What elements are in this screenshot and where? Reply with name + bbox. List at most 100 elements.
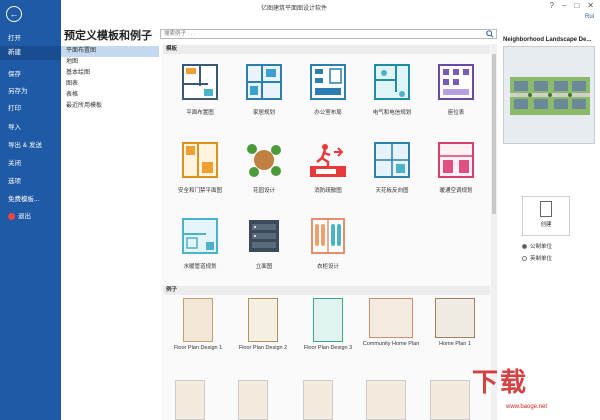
example-thumbnail xyxy=(183,298,213,342)
example-label: Community Home Plan xyxy=(362,341,420,347)
template-label: 座位表 xyxy=(447,110,465,116)
menu-options[interactable]: 选项 xyxy=(8,175,21,185)
example-label: Floor Plan Design 2 xyxy=(238,345,288,351)
plumbing-plan-icon xyxy=(182,218,218,254)
example-thumbnail[interactable] xyxy=(366,380,406,420)
unit-imperial-radio[interactable]: 英制单位 xyxy=(522,254,552,262)
help-icon[interactable]: ? xyxy=(550,1,554,10)
template-label: 衣柜设计 xyxy=(316,264,339,270)
template-wardrobe[interactable]: 衣柜设计 xyxy=(296,216,360,280)
category-table[interactable]: 表格 xyxy=(61,90,159,101)
template-hvac[interactable]: 暖通空调规划 xyxy=(424,140,488,204)
category-chart[interactable]: 图表 xyxy=(61,79,159,90)
template-label: 立面图 xyxy=(255,264,273,270)
category-map[interactable]: 地图 xyxy=(61,57,159,68)
menu-open[interactable]: 打开 xyxy=(8,32,21,42)
unit-imperial-label: 英制单位 xyxy=(530,256,553,262)
seating-chart-icon xyxy=(438,64,474,100)
template-label: 水暖管道规划 xyxy=(183,264,217,270)
menu-import[interactable]: 导入 xyxy=(8,121,21,131)
template-label: 办公室布局 xyxy=(314,110,342,116)
examples-section-header: 例子 xyxy=(163,286,490,295)
search-icon[interactable] xyxy=(486,30,494,38)
example-floor-plan-2[interactable]: Floor Plan Design 2 xyxy=(230,298,296,358)
unit-metric-radio[interactable]: 公制单位 xyxy=(522,242,552,250)
user-account[interactable]: Rui xyxy=(585,14,594,20)
template-label: 家居规划 xyxy=(252,110,275,116)
menu-save-as[interactable]: 另存为 xyxy=(8,85,28,95)
category-basic-drawing[interactable]: 基本绘图 xyxy=(61,68,159,79)
category-recent[interactable]: 最近所用模板 xyxy=(61,101,159,112)
example-home-plan-1[interactable]: Home Plan 1 xyxy=(422,298,488,358)
template-garden[interactable]: 花园设计 xyxy=(232,140,296,204)
template-electrical[interactable]: 电气和电信规划 xyxy=(360,62,424,126)
menu-exit[interactable]: 退出 xyxy=(8,210,31,220)
watermark-text: 下载 xyxy=(472,367,529,397)
example-thumbnail xyxy=(369,298,413,338)
category-list: 平面布置图 地图 基本绘图 图表 表格 最近所用模板 xyxy=(61,46,159,112)
example-thumbnail[interactable] xyxy=(303,380,333,420)
template-ceiling[interactable]: 天花板反向图 xyxy=(360,140,424,204)
back-arrow-icon[interactable]: ← xyxy=(6,6,22,22)
garden-design-icon xyxy=(247,144,281,177)
floor-plan-icon xyxy=(182,64,218,100)
electrical-plan-icon xyxy=(374,64,410,100)
template-office-layout[interactable]: 办公室布局 xyxy=(296,62,360,126)
template-security[interactable]: 安全和门禁平面图 xyxy=(168,140,232,204)
example-thumbnail xyxy=(313,298,343,342)
office-layout-icon xyxy=(310,64,346,100)
example-thumbnail[interactable] xyxy=(238,380,268,420)
template-label: 花园设计 xyxy=(252,188,275,194)
category-floor-plan[interactable]: 平面布置图 xyxy=(61,46,159,57)
hvac-plan-icon xyxy=(438,142,474,178)
example-floor-plan-3[interactable]: Floor Plan Design 3 xyxy=(295,298,361,358)
example-thumbnail[interactable] xyxy=(175,380,205,420)
file-menu-sidebar: ← 打开 新建 保存 另存为 打印 导入 导出 & 发送 关闭 选项 免费模板.… xyxy=(0,0,61,420)
menu-save[interactable]: 保存 xyxy=(8,68,21,78)
example-community-home[interactable]: Community Home Plan xyxy=(358,298,424,358)
template-label: 暖通空调规划 xyxy=(439,188,473,194)
menu-print[interactable]: 打印 xyxy=(8,102,21,112)
elevation-icon xyxy=(249,220,279,252)
template-evacuation[interactable]: 消防疏散图 xyxy=(296,140,360,204)
preview-image xyxy=(503,46,595,144)
scrollbar-thumb[interactable] xyxy=(492,54,496,214)
template-floor-plan[interactable]: 平面布置图 xyxy=(168,62,232,126)
wardrobe-icon xyxy=(311,218,345,254)
example-thumbnail[interactable] xyxy=(430,380,470,420)
create-button[interactable]: 创建 xyxy=(522,196,570,236)
menu-exit-label: 退出 xyxy=(18,213,31,220)
home-plan-icon xyxy=(246,64,282,100)
template-label: 电气和电信规划 xyxy=(372,110,412,116)
search-input[interactable] xyxy=(161,30,481,38)
example-label: Floor Plan Design 3 xyxy=(303,345,353,351)
search-box xyxy=(160,29,497,39)
templates-section-header: 模板 xyxy=(163,45,490,54)
example-thumbnail xyxy=(435,298,475,338)
app-window: ← 打开 新建 保存 另存为 打印 导入 导出 & 发送 关闭 选项 免费模板.… xyxy=(0,0,600,420)
example-floor-plan-1[interactable]: Floor Plan Design 1 xyxy=(165,298,231,358)
maximize-icon[interactable]: □ xyxy=(574,1,579,10)
close-icon[interactable]: ✕ xyxy=(587,1,594,10)
menu-free-templates[interactable]: 免费模板... xyxy=(8,193,39,203)
example-label: Home Plan 1 xyxy=(439,341,471,347)
radio-selected-icon xyxy=(522,243,527,249)
create-label: 创建 xyxy=(540,222,552,228)
window-title: 亿图建筑平面图设计软件 xyxy=(261,6,328,12)
watermark: 下载 www.baoge.net xyxy=(470,360,598,418)
example-thumbnail xyxy=(248,298,278,342)
exit-icon xyxy=(8,212,15,220)
template-seating[interactable]: 座位表 xyxy=(424,62,488,126)
menu-new[interactable]: 新建 xyxy=(0,46,61,60)
menu-close[interactable]: 关闭 xyxy=(8,157,21,167)
fire-exit-icon xyxy=(310,144,346,177)
minimize-icon[interactable]: – xyxy=(562,1,566,10)
preview-title: Neighborhood Landscape De... xyxy=(503,37,592,43)
template-label: 安全和门禁平面图 xyxy=(177,188,222,194)
template-plumbing[interactable]: 水暖管道规划 xyxy=(168,216,232,280)
template-home-plan[interactable]: 家居规划 xyxy=(232,62,296,126)
window-controls: ? – □ ✕ xyxy=(550,1,594,10)
template-elevation[interactable]: 立面图 xyxy=(232,216,296,280)
menu-export-send[interactable]: 导出 & 发送 xyxy=(8,139,42,149)
unit-metric-label: 公制单位 xyxy=(530,244,553,250)
